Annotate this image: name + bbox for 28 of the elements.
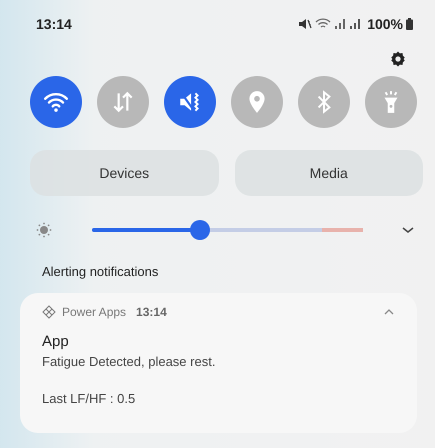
app-icon xyxy=(42,305,56,319)
battery-percent: 100% xyxy=(367,16,403,32)
data-toggle[interactable] xyxy=(97,76,149,128)
wifi-toggle[interactable] xyxy=(30,76,82,128)
app-name: Power Apps xyxy=(62,305,126,319)
notification-message: Fatigue Detected, please rest. xyxy=(42,354,216,369)
settings-icon[interactable] xyxy=(389,50,407,68)
flashlight-toggle[interactable] xyxy=(365,76,417,128)
brightness-icon xyxy=(36,222,52,238)
bluetooth-toggle[interactable] xyxy=(298,76,350,128)
devices-button[interactable]: Devices xyxy=(30,150,218,196)
chevron-down-icon[interactable] xyxy=(401,225,415,235)
notification-card[interactable]: Power Apps 13:14 App Fatigue Detected, please rest. Last LF/HF : 0.5 xyxy=(20,293,417,433)
notification-title: App xyxy=(42,333,70,350)
media-button[interactable]: Media xyxy=(234,150,423,196)
battery-icon xyxy=(406,18,413,30)
signal-icon xyxy=(334,18,346,30)
signal-icon xyxy=(349,18,362,30)
notification-detail: Last LF/HF : 0.5 xyxy=(42,391,136,406)
location-toggle[interactable] xyxy=(231,76,283,128)
status-time: 13:14 xyxy=(36,16,72,32)
brightness-slider[interactable] xyxy=(92,220,363,240)
section-title: Alerting notifications xyxy=(41,263,160,279)
notification-time: 13:14 xyxy=(136,305,167,319)
mute-status-icon xyxy=(298,18,312,30)
mute-toggle[interactable] xyxy=(164,76,216,128)
caret-icon[interactable] xyxy=(383,308,395,316)
wifi-status-icon xyxy=(315,18,332,30)
